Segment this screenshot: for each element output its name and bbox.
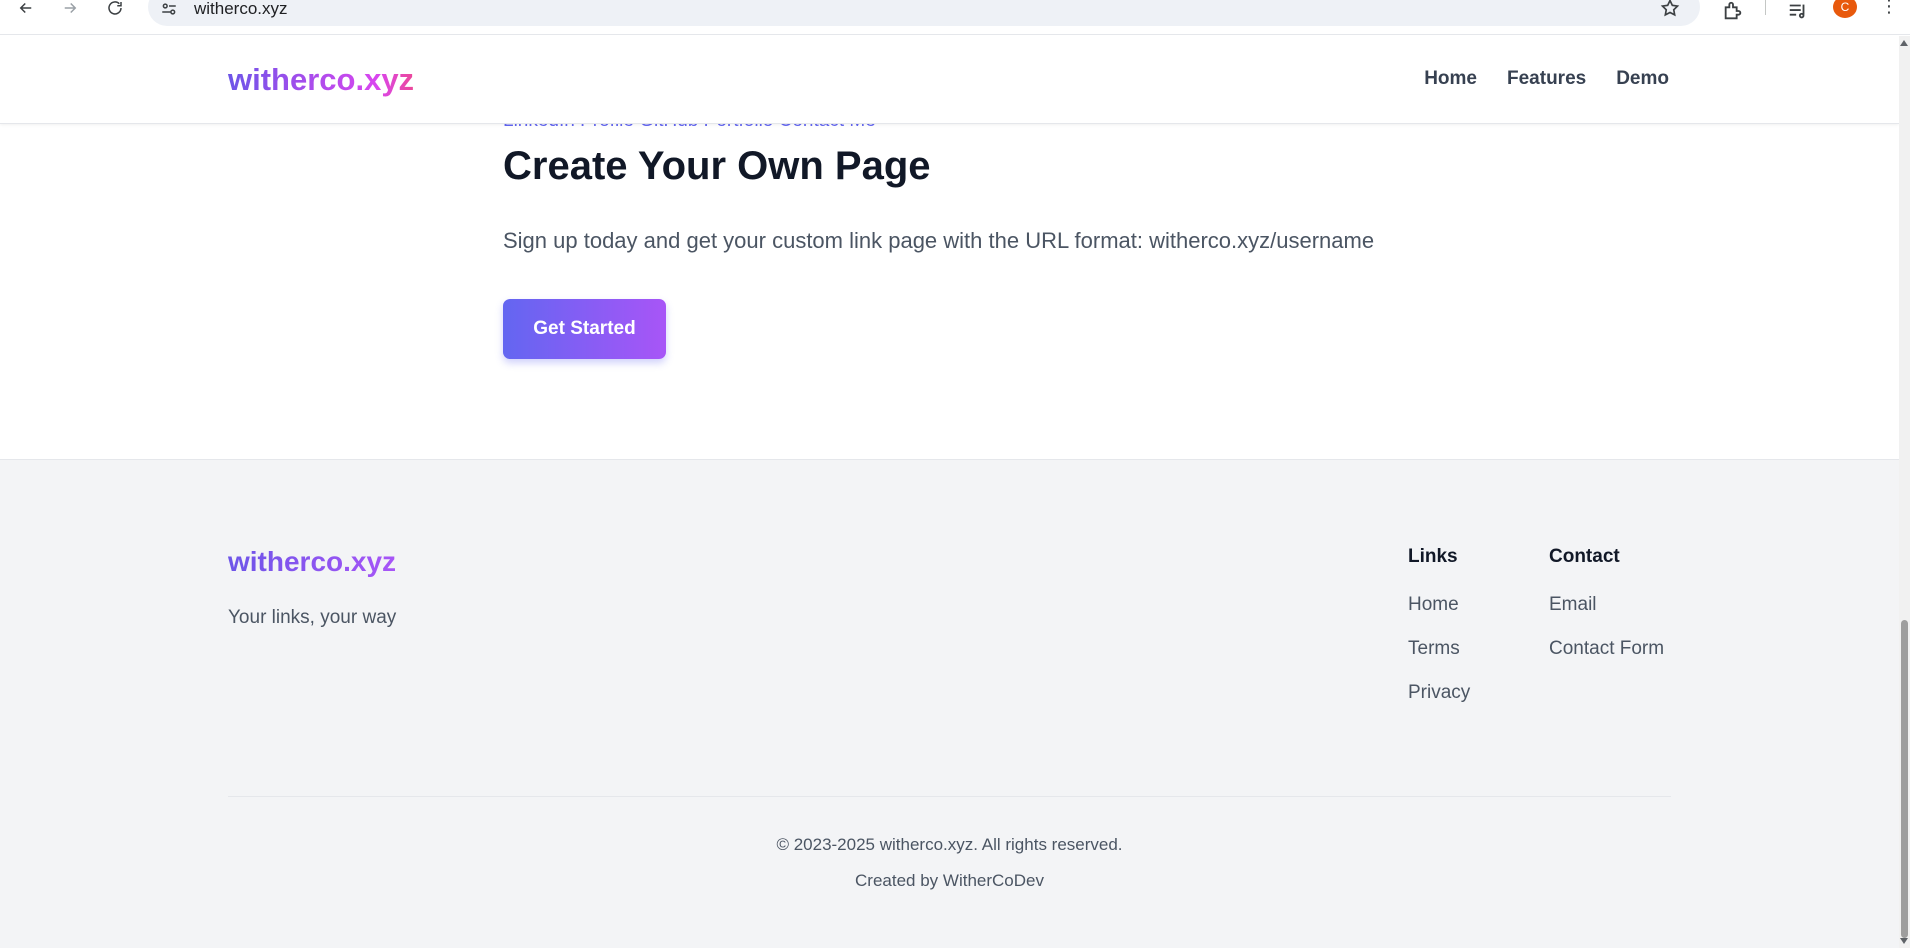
back-icon[interactable]: [12, 0, 40, 16]
nav-features[interactable]: Features: [1507, 68, 1586, 90]
cta-title: Create Your Own Page: [503, 144, 931, 188]
site-info-icon[interactable]: [160, 0, 178, 16]
extensions-icon[interactable]: [1722, 0, 1744, 20]
footer-logo: witherco.xyz: [228, 546, 397, 577]
browser-toolbar: witherco.xyz C ⋮: [0, 0, 1910, 35]
site-footer: witherco.xyz Your links, your way Links …: [0, 459, 1899, 948]
forward-icon[interactable]: [56, 0, 84, 16]
main-nav: Home Features Demo: [1424, 68, 1669, 90]
page-scrollbar[interactable]: [1899, 36, 1910, 948]
footer-contact-column: Contact Email Contact Form: [1549, 546, 1664, 682]
site-header: witherco.xyz Home Features Demo: [0, 36, 1899, 124]
reload-icon[interactable]: [101, 0, 129, 16]
footer-links-heading: Links: [1408, 546, 1458, 567]
scroll-down-icon[interactable]: [1900, 938, 1908, 944]
footer-link-home[interactable]: Home: [1408, 594, 1470, 616]
bookmark-star-icon[interactable]: [1660, 0, 1680, 18]
scroll-up-icon[interactable]: [1900, 40, 1908, 46]
footer-link-privacy[interactable]: Privacy: [1408, 682, 1470, 704]
get-started-button[interactable]: Get Started: [503, 299, 666, 359]
nav-demo[interactable]: Demo: [1616, 68, 1669, 90]
footer-link-email[interactable]: Email: [1549, 594, 1664, 616]
site-logo[interactable]: witherco.xyz: [228, 62, 414, 98]
toolbar-divider: [1765, 0, 1766, 15]
media-controls-icon[interactable]: [1787, 0, 1809, 19]
footer-tagline: Your links, your way: [228, 607, 397, 628]
credit-text: Created by WitherCoDev: [855, 871, 1044, 890]
copyright-text: © 2023-2025 witherco.xyz. All rights res…: [776, 835, 1123, 854]
profile-avatar[interactable]: C: [1833, 0, 1857, 18]
footer-divider: [228, 796, 1671, 797]
footer-contact-heading: Contact: [1549, 546, 1620, 567]
scrollbar-thumb[interactable]: [1901, 620, 1908, 938]
footer-link-terms[interactable]: Terms: [1408, 638, 1470, 660]
url-text[interactable]: witherco.xyz: [194, 0, 288, 19]
footer-link-contact-form[interactable]: Contact Form: [1549, 638, 1664, 660]
browser-menu-icon[interactable]: ⋮: [1880, 0, 1898, 16]
nav-home[interactable]: Home: [1424, 68, 1477, 90]
cta-subtitle: Sign up today and get your custom link p…: [503, 228, 1375, 253]
address-bar[interactable]: witherco.xyz: [148, 0, 1700, 26]
page-viewport: witherco.xyz Home Features Demo LinkedIn…: [0, 36, 1899, 948]
footer-links-column: Links Home Terms Privacy: [1408, 546, 1470, 726]
